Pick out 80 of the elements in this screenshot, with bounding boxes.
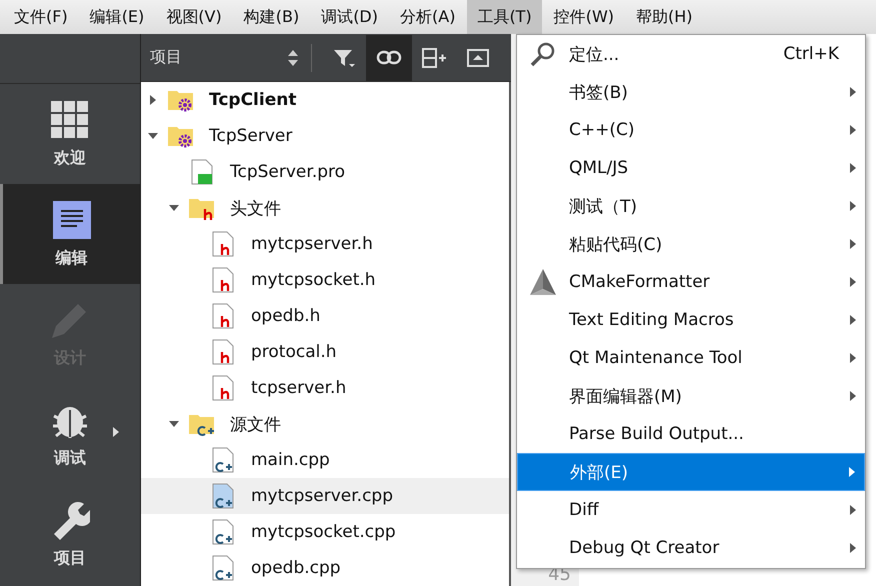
menu-bar-item[interactable]: 构建(B) xyxy=(234,0,310,34)
menu-bar-item[interactable]: 编辑(E) xyxy=(80,0,154,34)
menu-item[interactable]: 定位... Ctrl+K xyxy=(517,35,865,73)
tree-label: protocal.h xyxy=(251,342,337,362)
tree-label: mytcpserver.cpp xyxy=(251,486,394,506)
triangle-logo-icon xyxy=(529,268,557,296)
tree-item[interactable]: TcpServer xyxy=(141,118,509,154)
mode-label: 编辑 xyxy=(56,248,88,268)
menu-bar-item[interactable]: 调试(D) xyxy=(311,0,388,34)
tree-label: main.cpp xyxy=(251,450,330,470)
submenu-arrow-icon xyxy=(849,276,857,288)
tree-item[interactable]: main.cpp xyxy=(141,442,509,478)
menu-item[interactable]: 粘贴代码(C) xyxy=(517,225,865,263)
submenu-arrow-icon xyxy=(849,200,857,212)
tree-item[interactable]: TcpClient xyxy=(141,82,509,118)
mode-button[interactable]: 编辑 xyxy=(0,184,140,284)
tree-label: tcpserver.h xyxy=(251,378,346,398)
menu-item[interactable]: 界面编辑器(M) xyxy=(517,377,865,415)
up-down-arrows-icon xyxy=(287,48,299,68)
menu-item[interactable]: QML/JS xyxy=(517,149,865,187)
menu-item[interactable]: 书签(B) xyxy=(517,73,865,111)
menu-item[interactable]: Debug Qt Creator xyxy=(517,529,865,567)
tree-label: mytcpserver.h xyxy=(251,234,373,254)
menu-item[interactable]: CMakeFormatter xyxy=(517,263,865,301)
menu-item[interactable]: 测试（T) xyxy=(517,187,865,225)
tree-item[interactable]: mytcpsocket.h xyxy=(141,262,509,298)
submenu-arrow-icon xyxy=(849,504,857,516)
submenu-arrow-icon xyxy=(848,466,856,478)
menu-bar-item[interactable]: 分析(A) xyxy=(390,0,466,34)
menu-item[interactable]: Diff xyxy=(517,491,865,529)
document-icon xyxy=(52,200,92,240)
menu-item[interactable]: Text Editing Macros xyxy=(517,301,865,339)
search-icon xyxy=(529,40,557,68)
submenu-arrow-icon xyxy=(849,542,857,554)
mode-label: 调试 xyxy=(54,448,86,468)
menu-bar-item[interactable]: 控件(W) xyxy=(544,0,624,34)
view-selector[interactable]: 项目 xyxy=(141,47,307,68)
tree-item[interactable]: opedb.cpp xyxy=(141,550,509,586)
menu-item[interactable]: 外部(E) xyxy=(517,453,865,491)
submenu-arrow-icon xyxy=(849,352,857,364)
shortcut-label: Ctrl+K xyxy=(783,44,839,64)
grid-icon xyxy=(50,100,90,140)
menu-bar-item[interactable]: 文件(F) xyxy=(4,0,78,34)
tree-label: mytcpsocket.cpp xyxy=(251,522,396,542)
submenu-arrow-icon xyxy=(849,162,857,174)
tree-label: TcpServer.pro xyxy=(230,162,346,182)
tree-item[interactable]: 源文件 xyxy=(141,406,509,442)
tree-label: opedb.cpp xyxy=(251,558,341,578)
tree-item[interactable]: TcpServer.pro xyxy=(141,154,509,190)
mode-button[interactable]: 欢迎 xyxy=(0,84,140,184)
menu-item[interactable]: Parse Build Output... xyxy=(517,415,865,453)
tree-item[interactable]: 头文件 xyxy=(141,190,509,226)
submenu-arrow-icon xyxy=(849,86,857,98)
tree-label: TcpClient xyxy=(209,90,296,110)
tree-item[interactable]: opedb.h xyxy=(141,298,509,334)
tree-item[interactable]: protocal.h xyxy=(141,334,509,370)
tree-item[interactable]: mytcpsocket.cpp xyxy=(141,514,509,550)
tree-label: mytcpsocket.h xyxy=(251,270,376,290)
submenu-arrow-icon xyxy=(849,314,857,326)
submenu-arrow-icon xyxy=(849,238,857,250)
tree-label: TcpServer xyxy=(209,126,292,146)
mode-button[interactable]: 调试 xyxy=(0,384,140,484)
menu-bar-item[interactable]: 帮助(H) xyxy=(626,0,703,34)
submenu-arrow-icon xyxy=(849,390,857,402)
menu-item[interactable]: C++(C) xyxy=(517,111,865,149)
arrow-right-icon xyxy=(112,426,120,438)
tree-label: 源文件 xyxy=(230,414,281,436)
tree-item[interactable]: mytcpserver.h xyxy=(141,226,509,262)
menu-item[interactable]: Qt Maintenance Tool xyxy=(517,339,865,377)
tree-label: opedb.h xyxy=(251,306,320,326)
submenu-arrow-icon xyxy=(849,124,857,136)
mode-button[interactable]: 项目 xyxy=(0,484,140,584)
tree-label: 头文件 xyxy=(230,198,281,220)
menu-bar-item[interactable]: 工具(T) xyxy=(467,0,542,34)
mode-label: 欢迎 xyxy=(54,148,86,168)
menu-bar-item[interactable]: 视图(V) xyxy=(156,0,232,34)
tree-item[interactable]: tcpserver.h xyxy=(141,370,509,406)
mode-label: 项目 xyxy=(54,548,86,568)
tree-item[interactable]: mytcpserver.cpp xyxy=(141,478,509,514)
link-button[interactable] xyxy=(366,34,412,80)
